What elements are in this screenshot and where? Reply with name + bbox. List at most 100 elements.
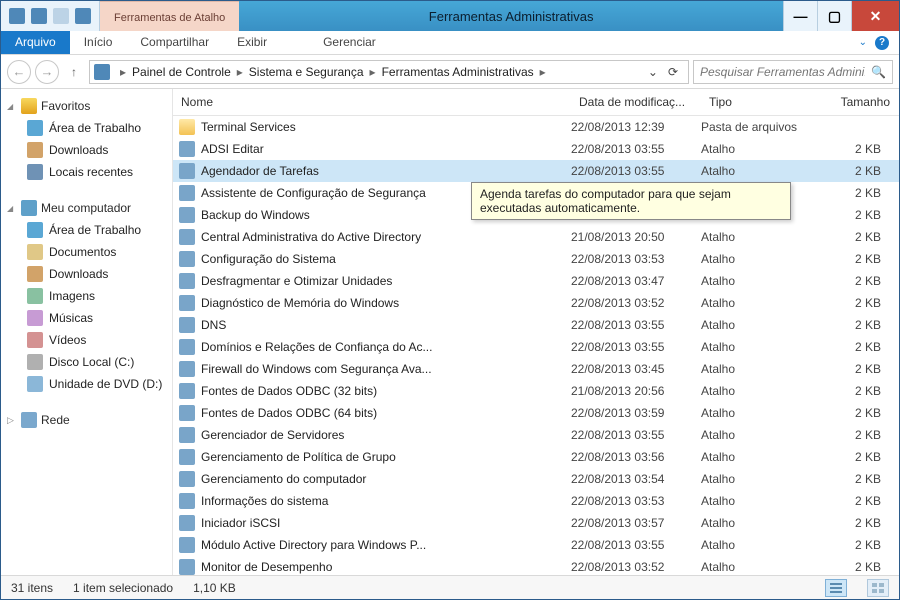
tree-item-label: Unidade de DVD (D:)	[49, 377, 162, 391]
file-size: 2 KB	[819, 230, 899, 244]
search-icon[interactable]: 🔍	[871, 65, 886, 79]
file-row[interactable]: Informações do sistema22/08/2013 03:53At…	[173, 490, 899, 512]
file-size: 2 KB	[819, 450, 899, 464]
file-date: 22/08/2013 12:39	[571, 120, 701, 134]
file-type: Atalho	[701, 318, 819, 332]
shortcut-icon	[179, 273, 195, 289]
shortcut-icon	[179, 251, 195, 267]
crumb-2[interactable]: Ferramentas Administrativas	[382, 65, 534, 79]
file-date: 22/08/2013 03:56	[571, 450, 701, 464]
tab-view[interactable]: Exibir	[223, 31, 281, 54]
col-name[interactable]: Nome	[173, 89, 571, 115]
tab-file[interactable]: Arquivo	[1, 31, 70, 54]
file-row[interactable]: Terminal Services22/08/2013 12:39Pasta d…	[173, 116, 899, 138]
minimize-button[interactable]: —	[783, 1, 817, 31]
file-type: Atalho	[701, 472, 819, 486]
search-input[interactable]	[700, 65, 865, 79]
col-size[interactable]: Tamanho	[819, 89, 899, 115]
shortcut-icon	[179, 339, 195, 355]
file-row[interactable]: ADSI Editar22/08/2013 03:55Atalho2 KB	[173, 138, 899, 160]
file-row[interactable]: Gerenciamento de Política de Grupo22/08/…	[173, 446, 899, 468]
breadcrumb[interactable]: ▸ Painel de Controle ▸ Sistema e Seguran…	[89, 60, 689, 84]
up-button[interactable]: ↑	[63, 65, 85, 79]
history-chevron-icon[interactable]: ⌄	[648, 65, 658, 79]
file-row[interactable]: Gerenciador de Servidores22/08/2013 03:5…	[173, 424, 899, 446]
file-type: Pasta de arquivos	[701, 120, 819, 134]
col-date[interactable]: Data de modificaç...	[571, 89, 701, 115]
window-controls: — ▢ ✕	[783, 1, 899, 31]
tree-item[interactable]: Área de Trabalho	[5, 117, 168, 139]
shortcut-icon	[179, 207, 195, 223]
file-size: 2 KB	[819, 208, 899, 222]
maximize-button[interactable]: ▢	[817, 1, 851, 31]
file-row[interactable]: Fontes de Dados ODBC (32 bits)21/08/2013…	[173, 380, 899, 402]
tab-manage[interactable]: Gerenciar	[309, 31, 390, 54]
shortcut-icon	[179, 317, 195, 333]
nav-tree[interactable]: Favoritos Área de TrabalhoDownloadsLocai…	[1, 89, 173, 575]
file-name: Diagnóstico de Memória do Windows	[201, 296, 571, 310]
help-icon[interactable]: ?	[875, 36, 889, 50]
file-row[interactable]: Gerenciamento do computador22/08/2013 03…	[173, 468, 899, 490]
search-box[interactable]: 🔍	[693, 60, 893, 84]
file-row[interactable]: Firewall do Windows com Segurança Ava...…	[173, 358, 899, 380]
shortcut-icon	[179, 405, 195, 421]
file-type: Atalho	[701, 494, 819, 508]
view-details-button[interactable]	[825, 579, 847, 597]
file-row[interactable]: Central Administrativa do Active Directo…	[173, 226, 899, 248]
refresh-icon[interactable]: ⟳	[668, 65, 678, 79]
column-headers[interactable]: Nome Data de modificaç... Tipo Tamanho	[173, 89, 899, 116]
tab-home[interactable]: Início	[70, 31, 127, 54]
file-row[interactable]: Domínios e Relações de Confiança do Ac..…	[173, 336, 899, 358]
tree-item[interactable]: Imagens	[5, 285, 168, 307]
file-date: 22/08/2013 03:55	[571, 428, 701, 442]
folder-icon	[27, 376, 43, 392]
location-icon	[94, 64, 110, 80]
file-row[interactable]: Monitor de Desempenho22/08/2013 03:52Ata…	[173, 556, 899, 575]
tree-item[interactable]: Downloads	[5, 263, 168, 285]
tree-item[interactable]: Locais recentes	[5, 161, 168, 183]
file-size: 2 KB	[819, 186, 899, 200]
close-button[interactable]: ✕	[851, 1, 899, 31]
col-type[interactable]: Tipo	[701, 89, 819, 115]
file-row[interactable]: Diagnóstico de Memória do Windows22/08/2…	[173, 292, 899, 314]
back-button[interactable]: ←	[7, 60, 31, 84]
file-type: Atalho	[701, 274, 819, 288]
rows[interactable]: Terminal Services22/08/2013 12:39Pasta d…	[173, 116, 899, 575]
file-date: 22/08/2013 03:55	[571, 164, 701, 178]
forward-button[interactable]: →	[35, 60, 59, 84]
tab-share[interactable]: Compartilhar	[126, 31, 223, 54]
qat-sep-icon	[53, 8, 69, 24]
file-type: Atalho	[701, 384, 819, 398]
crumb-1[interactable]: Sistema e Segurança	[249, 65, 364, 79]
file-type: Atalho	[701, 560, 819, 574]
file-row[interactable]: Iniciador iSCSI22/08/2013 03:57Atalho2 K…	[173, 512, 899, 534]
file-name: Domínios e Relações de Confiança do Ac..…	[201, 340, 571, 354]
tree-favorites[interactable]: Favoritos	[5, 95, 168, 117]
qat-icon[interactable]	[31, 8, 47, 24]
tree-computer[interactable]: Meu computador	[5, 197, 168, 219]
file-row[interactable]: Fontes de Dados ODBC (64 bits)22/08/2013…	[173, 402, 899, 424]
tree-item[interactable]: Documentos	[5, 241, 168, 263]
tree-item[interactable]: Músicas	[5, 307, 168, 329]
file-row[interactable]: Configuração do Sistema22/08/2013 03:53A…	[173, 248, 899, 270]
tree-item[interactable]: Downloads	[5, 139, 168, 161]
file-type: Atalho	[701, 252, 819, 266]
contextual-tab[interactable]: Ferramentas de Atalho	[100, 1, 239, 31]
tree-item[interactable]: Área de Trabalho	[5, 219, 168, 241]
file-row[interactable]: Desfragmentar e Otimizar Unidades22/08/2…	[173, 270, 899, 292]
file-size: 2 KB	[819, 362, 899, 376]
file-row[interactable]: Módulo Active Directory para Windows P..…	[173, 534, 899, 556]
tree-item[interactable]: Disco Local (C:)	[5, 351, 168, 373]
file-date: 22/08/2013 03:55	[571, 142, 701, 156]
view-icons-button[interactable]	[867, 579, 889, 597]
tree-item[interactable]: Vídeos	[5, 329, 168, 351]
chevron-down-icon[interactable]: ⌄	[859, 37, 867, 48]
file-size: 2 KB	[819, 142, 899, 156]
tree-item[interactable]: Unidade de DVD (D:)	[5, 373, 168, 395]
tree-network[interactable]: Rede	[5, 409, 168, 431]
file-row[interactable]: Agendador de Tarefas22/08/2013 03:55Atal…	[173, 160, 899, 182]
folder-icon	[27, 142, 43, 158]
qat-icon-2[interactable]	[75, 8, 91, 24]
file-row[interactable]: DNS22/08/2013 03:55Atalho2 KB	[173, 314, 899, 336]
crumb-0[interactable]: Painel de Controle	[132, 65, 231, 79]
